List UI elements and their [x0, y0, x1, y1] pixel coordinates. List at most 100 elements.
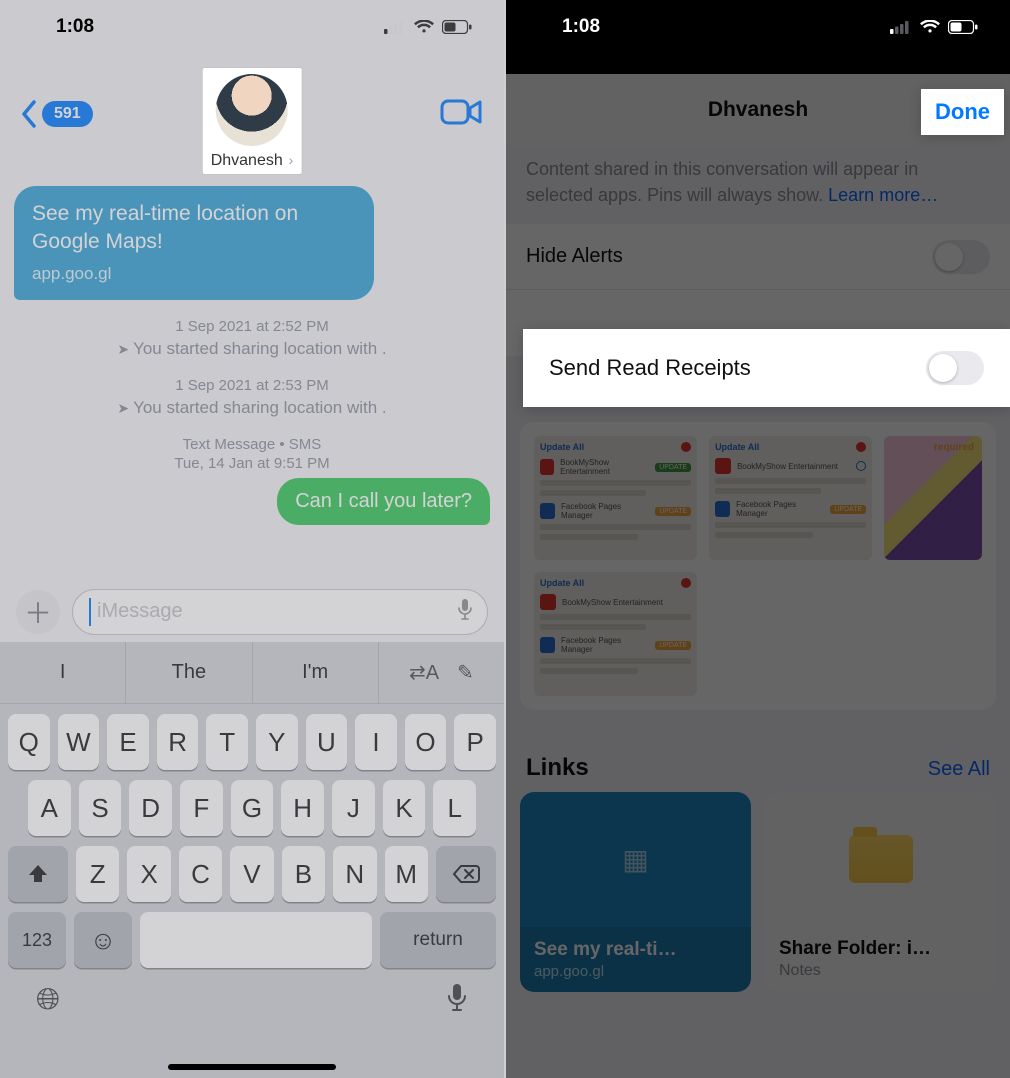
- links-see-all-button[interactable]: See All: [928, 758, 990, 781]
- cellular-icon: [890, 20, 912, 34]
- photo-thumbnail[interactable]: Update All BookMyShow Entertainment Face…: [534, 572, 697, 696]
- key-Z[interactable]: Z: [76, 846, 119, 902]
- folder-icon: [849, 835, 913, 883]
- wifi-icon: [920, 20, 940, 34]
- key-B[interactable]: B: [282, 846, 325, 902]
- key-H[interactable]: H: [281, 780, 324, 836]
- key-T[interactable]: T: [206, 714, 248, 770]
- key-S[interactable]: S: [79, 780, 122, 836]
- key-X[interactable]: X: [127, 846, 170, 902]
- key-Q[interactable]: Q: [8, 714, 50, 770]
- battery-icon: [948, 20, 978, 34]
- compose-bar: ＋ iMessage: [0, 580, 504, 642]
- chevron-right-icon: ›: [285, 152, 294, 168]
- apps-plus-button[interactable]: ＋: [16, 590, 60, 634]
- key-G[interactable]: G: [231, 780, 274, 836]
- key-I[interactable]: I: [355, 714, 397, 770]
- handwriting-icon: ✎: [457, 660, 474, 685]
- key-J[interactable]: J: [332, 780, 375, 836]
- key-backspace[interactable]: [436, 846, 496, 902]
- outgoing-message-bubble[interactable]: Can I call you later?: [277, 478, 490, 525]
- prediction-1[interactable]: I: [0, 642, 126, 703]
- facetime-video-button[interactable]: [440, 97, 484, 132]
- key-F[interactable]: F: [180, 780, 223, 836]
- key-R[interactable]: R: [157, 714, 199, 770]
- incoming-message-bubble[interactable]: See my real-time location on Google Maps…: [14, 186, 374, 300]
- done-button[interactable]: Done: [921, 89, 1004, 135]
- conversation-details-sheet: Dhvanesh Done Content shared in this con…: [506, 74, 1010, 1078]
- keyboard-row-4: 123 ☺ space return: [0, 902, 504, 968]
- prediction-bar: I The I'm ⇄A ✎: [0, 642, 504, 704]
- key-E[interactable]: E: [107, 714, 149, 770]
- timestamp: 1 Sep 2021 at 2:52 PM: [0, 318, 504, 335]
- key-return[interactable]: return: [380, 912, 496, 968]
- left-screenshot: 1:08 591 Dhvanesh › See my real-time loc…: [0, 0, 504, 1078]
- key-space[interactable]: space: [140, 912, 372, 968]
- key-W[interactable]: W: [58, 714, 100, 770]
- status-bar: 1:08: [506, 0, 1010, 54]
- key-emoji[interactable]: ☺: [74, 912, 132, 968]
- prediction-3[interactable]: I'm: [253, 642, 379, 703]
- message-input[interactable]: iMessage: [72, 589, 488, 635]
- key-shift[interactable]: [8, 846, 68, 902]
- link-card[interactable]: ▦ See my real-ti… app.goo.gl: [520, 792, 751, 992]
- contact-avatar: [216, 74, 288, 146]
- status-icons: [384, 20, 472, 34]
- key-V[interactable]: V: [230, 846, 273, 902]
- dictation-mic-icon[interactable]: [457, 598, 473, 626]
- text-replace-icon: ⇄A: [409, 660, 439, 685]
- key-C[interactable]: C: [179, 846, 222, 902]
- keyboard-bottom-toolbar: 🌐︎: [0, 968, 504, 1025]
- notification-dot-icon: [681, 578, 691, 588]
- photo-thumbnail[interactable]: Update All BookMyShow EntertainmentUPDAT…: [534, 436, 697, 560]
- photos-grid[interactable]: Update All BookMyShow EntertainmentUPDAT…: [520, 422, 996, 710]
- learn-more-link[interactable]: Learn more…: [828, 185, 938, 205]
- send-read-receipts-toggle[interactable]: [926, 351, 984, 385]
- system-message: ➤You started sharing location with .: [0, 398, 504, 418]
- chevron-left-icon: [20, 100, 38, 128]
- key-123[interactable]: 123: [8, 912, 66, 968]
- notification-dot-icon: [681, 442, 691, 452]
- status-time: 1:08: [56, 16, 94, 38]
- link-preview-icon: ▦: [520, 792, 751, 927]
- photo-thumbnail[interactable]: required: [884, 436, 982, 560]
- key-K[interactable]: K: [383, 780, 426, 836]
- link-card[interactable]: Share Folder: i… Notes: [765, 792, 996, 992]
- key-M[interactable]: M: [385, 846, 428, 902]
- key-L[interactable]: L: [433, 780, 476, 836]
- wifi-icon: [414, 20, 434, 34]
- hide-alerts-toggle[interactable]: [932, 240, 990, 274]
- links-header-label: Links: [526, 754, 589, 782]
- hide-alerts-cell[interactable]: Hide Alerts: [506, 224, 1010, 290]
- timestamp: Text Message • SMS: [0, 436, 504, 453]
- send-read-receipts-cell[interactable]: Send Read Receipts: [523, 329, 1010, 407]
- key-D[interactable]: D: [129, 780, 172, 836]
- timestamp: 1 Sep 2021 at 2:53 PM: [0, 377, 504, 394]
- app-icon: [540, 459, 554, 475]
- prediction-2[interactable]: The: [126, 642, 252, 703]
- globe-icon[interactable]: 🌐︎: [36, 983, 60, 1017]
- key-Y[interactable]: Y: [256, 714, 298, 770]
- backspace-icon: [452, 864, 480, 884]
- video-icon: [440, 97, 484, 127]
- status-icons: [890, 20, 978, 34]
- app-icon: [540, 637, 555, 653]
- key-O[interactable]: O: [405, 714, 447, 770]
- photo-thumbnail[interactable]: Update All BookMyShow Entertainment Face…: [709, 436, 872, 560]
- keyboard-row-3: Z X C V B N M: [0, 836, 504, 902]
- key-P[interactable]: P: [454, 714, 496, 770]
- key-N[interactable]: N: [333, 846, 376, 902]
- back-button[interactable]: 591: [20, 100, 93, 128]
- dictation-icon[interactable]: [446, 982, 468, 1017]
- key-U[interactable]: U: [306, 714, 348, 770]
- location-arrow-icon: ➤: [117, 400, 129, 416]
- status-bar: 1:08: [0, 0, 504, 54]
- key-A[interactable]: A: [28, 780, 71, 836]
- app-icon: [715, 501, 730, 517]
- home-indicator[interactable]: [168, 1064, 336, 1070]
- contact-header-button[interactable]: Dhvanesh ›: [203, 68, 302, 174]
- message-placeholder: iMessage: [97, 600, 183, 623]
- link-title: Share Folder: i…: [779, 938, 982, 960]
- prediction-tools[interactable]: ⇄A ✎: [379, 642, 504, 703]
- right-screenshot: 1:08 Dhvanesh Done Content shared in thi…: [506, 0, 1010, 1078]
